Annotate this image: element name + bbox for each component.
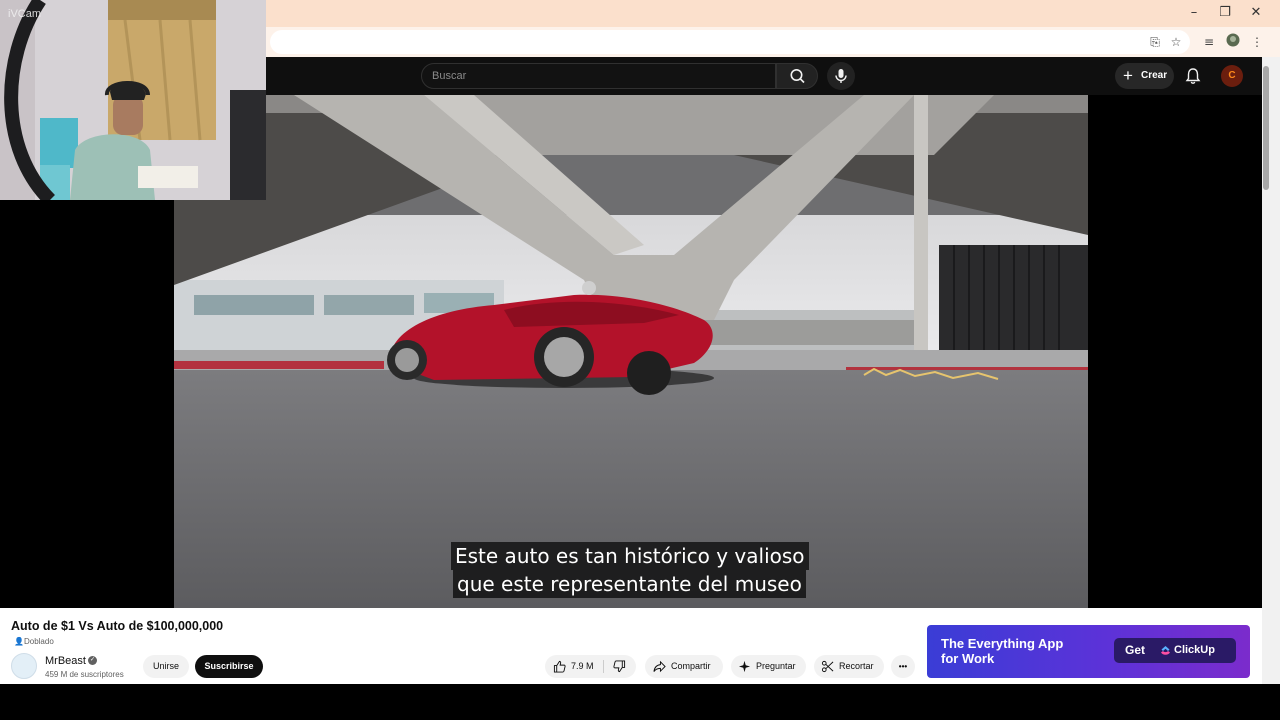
ask-button[interactable]: Preguntar [731,655,806,678]
subscriber-count: 459 M de suscriptores [45,670,124,679]
share-button[interactable]: Compartir [645,655,723,678]
webcam-overlay: iVCam [0,0,266,200]
subscribe-button[interactable]: Suscribirse [195,655,263,678]
clip-button[interactable]: Recortar [814,655,884,678]
user-avatar[interactable]: C [1221,65,1243,87]
join-button[interactable]: Unirse [143,655,189,678]
notifications-button[interactable] [1183,66,1203,86]
ask-label: Preguntar [756,661,796,671]
dislike-button[interactable] [605,655,636,678]
like-divider [603,660,604,673]
scrollbar-thumb[interactable] [1263,66,1269,190]
search-button[interactable] [776,63,818,89]
media-control-icon[interactable]: ≡ [1200,33,1218,51]
ad-headline-line1: The Everything App [941,636,1064,651]
create-button[interactable]: + Crear [1115,63,1174,89]
clickup-ad-banner[interactable]: The Everything App for Work Get ClickUp [927,625,1250,678]
ad-cta-label: Get [1125,643,1146,657]
share-label: Compartir [671,661,711,671]
search-input[interactable]: Buscar [421,63,776,89]
video-frame [174,95,1088,608]
close-button[interactable]: ✕ [1244,4,1268,22]
bookmark-star-icon[interactable]: ☆ [1167,33,1185,51]
channel-name[interactable]: MrBeast [45,655,86,667]
like-dislike-group: 7.9 M [545,655,636,678]
clickup-logo-icon [1161,646,1170,655]
voice-search-button[interactable] [827,62,855,90]
thumbs-up-icon [553,660,566,673]
scissors-icon [821,660,834,673]
share-icon [653,660,666,673]
ad-cta-button[interactable]: Get ClickUp [1114,638,1236,663]
address-bar[interactable] [270,30,1190,54]
video-title: Auto de $1 Vs Auto de $100,000,000 [11,619,224,633]
ad-headline-line2: for Work [941,651,995,666]
clip-label: Recortar [839,661,874,671]
bell-icon [1185,68,1201,84]
thumbs-down-icon [613,660,626,673]
like-button[interactable]: 7.9 M [545,655,601,678]
subtitle-line-1: Este auto es tan histórico y valioso [451,542,809,570]
sparkle-icon [738,660,751,673]
subtitle-line-2: que este representante del museo [453,570,806,598]
ad-brand: ClickUp [1174,644,1215,656]
create-label: Crear [1141,70,1168,81]
dubbed-badge: 👤Doblado [14,637,54,646]
video-info-section: Auto de $1 Vs Auto de $100,000,000 👤Dobl… [0,608,1262,684]
profile-icon[interactable] [1224,33,1242,51]
microphone-icon [835,69,847,83]
dubbed-icon: 👤 [14,637,24,646]
video-player[interactable]: Este auto es tan histórico y valioso que… [174,95,1088,608]
like-count: 7.9 M [571,661,594,671]
bottom-black-bar [0,684,1280,720]
plus-icon: + [1123,66,1133,85]
search-icon [790,69,805,84]
webcam-feed [0,0,266,200]
channel-avatar[interactable] [11,653,37,679]
ad-headline: The Everything App for Work [941,636,1121,666]
restore-button[interactable]: ❐ [1213,4,1237,22]
browser-menu-icon[interactable]: ⋮ [1248,33,1266,51]
minimize-button[interactable]: – [1182,4,1206,22]
verified-icon: ✓ [88,656,97,665]
more-actions-button[interactable]: ••• [891,655,915,678]
install-app-icon[interactable]: ⎘ [1146,33,1164,51]
webcam-watermark: iVCam [8,8,42,20]
